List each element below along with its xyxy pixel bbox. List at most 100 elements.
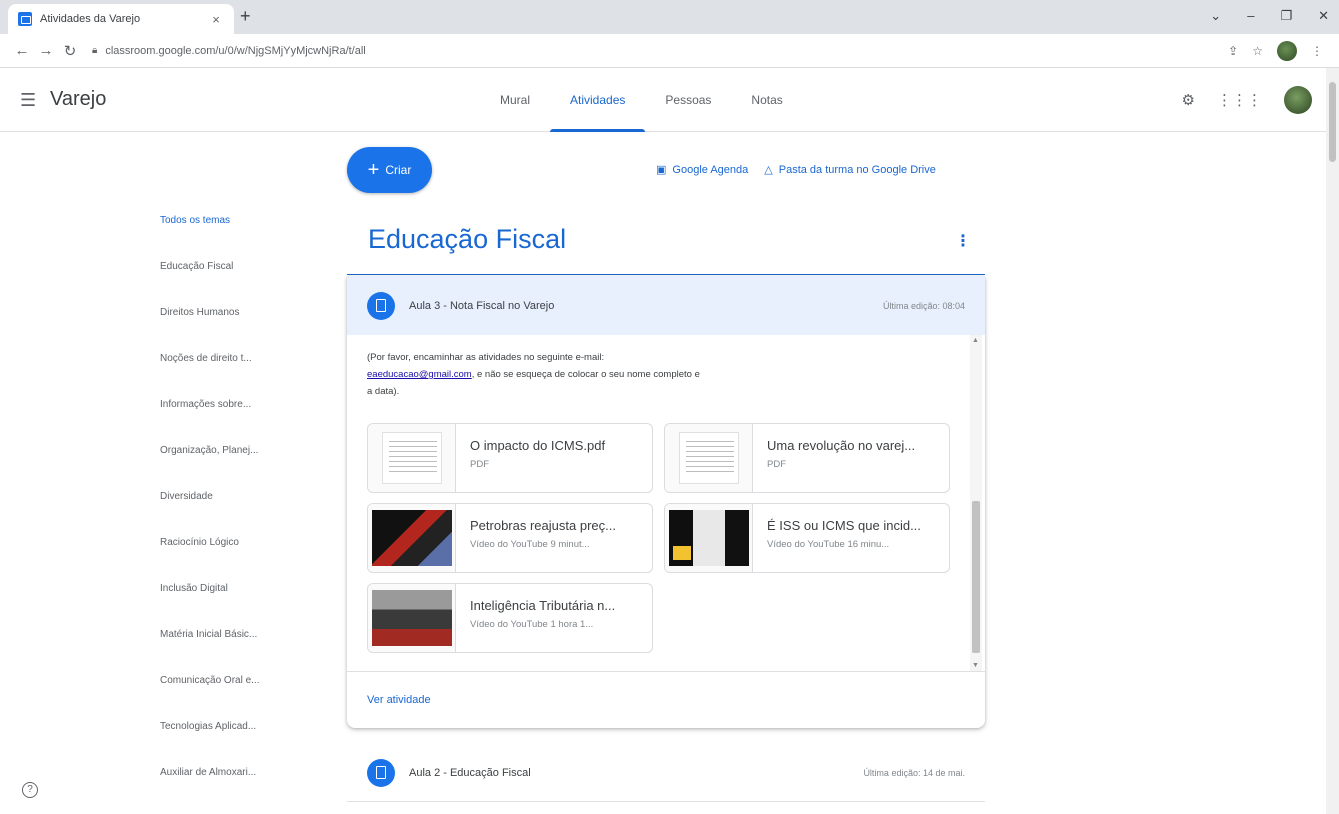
- topic-item[interactable]: Educação Fiscal: [160, 261, 310, 307]
- help-icon[interactable]: ?: [22, 782, 38, 798]
- attachment-type: Vídeo do YouTube 9 minut...: [470, 539, 590, 550]
- user-avatar[interactable]: [1284, 86, 1312, 114]
- window-controls: ⌄ – ❐ ✕: [1210, 8, 1329, 24]
- drive-icon: △: [764, 164, 773, 176]
- browser-tabstrip: Atividades da Varejo × + ⌄ – ❐ ✕: [0, 0, 1339, 34]
- drive-folder-link[interactable]: △ Pasta da turma no Google Drive: [764, 163, 936, 177]
- topic-item[interactable]: Raciocínio Lógico: [160, 537, 310, 583]
- topic-section-title: Educação Fiscal: [368, 224, 567, 254]
- calendar-icon: ▣: [656, 164, 667, 176]
- topic-item[interactable]: Organização, Planej...: [160, 445, 310, 491]
- attachment-type: Vídeo do YouTube 16 minu...: [767, 539, 890, 550]
- attachment-type: PDF: [470, 459, 489, 470]
- topic-item[interactable]: Todos os temas: [160, 215, 310, 261]
- classroom-favicon-icon: [18, 12, 32, 26]
- assignment-footer: Ver atividade: [347, 671, 985, 728]
- new-tab-button[interactable]: +: [240, 6, 251, 27]
- assignment-card: Aula 3 - Nota Fiscal no Varejo Última ed…: [347, 276, 985, 728]
- class-links: ▣ Google Agenda △ Pasta da turma no Goog…: [656, 163, 936, 177]
- assignment-description: (Por favor, encaminhar as atividades no …: [367, 349, 707, 400]
- topic-item[interactable]: Tecnologias Aplicad...: [160, 721, 310, 767]
- page-scrollbar[interactable]: [1326, 68, 1339, 814]
- attachment-type: PDF: [767, 459, 786, 470]
- description-text-before: (Por favor, encaminhar as atividades no …: [367, 352, 605, 363]
- assignment-header[interactable]: Aula 3 - Nota Fiscal no Varejo Última ed…: [347, 276, 985, 335]
- attachment-card[interactable]: É ISS ou ICMS que incid... Vídeo do YouT…: [664, 503, 950, 573]
- settings-gear-icon[interactable]: ⚙: [1182, 91, 1195, 109]
- attachment-card[interactable]: Petrobras reajusta preç... Vídeo do YouT…: [367, 503, 653, 573]
- tab-atividades[interactable]: Atividades: [550, 68, 646, 132]
- plus-icon: +: [367, 159, 380, 181]
- google-calendar-link[interactable]: ▣ Google Agenda: [656, 163, 748, 177]
- assignment-title: Aula 3 - Nota Fiscal no Varejo: [409, 299, 555, 312]
- video-thumbnail: [665, 504, 753, 572]
- video-thumbnail: [368, 504, 456, 572]
- pdf-thumbnail: [368, 424, 456, 492]
- pdf-thumbnail: [665, 424, 753, 492]
- attachment-card[interactable]: Inteligência Tributária n... Vídeo do Yo…: [367, 583, 653, 653]
- scroll-down-arrow-icon[interactable]: ▼: [972, 662, 979, 669]
- assignment-icon: [367, 291, 395, 320]
- topic-item[interactable]: Informações sobre...: [160, 399, 310, 445]
- tab-mural[interactable]: Mural: [480, 68, 550, 132]
- section-more-icon[interactable]: ⋮: [955, 231, 971, 251]
- assignment-edited: Última edição: 14 de mai.: [863, 767, 965, 778]
- browser-toolbar: ← → ↻ 🔒︎ classroom.google.com/u/0/w/NjgS…: [0, 34, 1339, 68]
- hamburger-menu-icon[interactable]: ☰: [20, 90, 36, 111]
- view-assignment-link[interactable]: Ver atividade: [367, 694, 431, 706]
- attachment-title: O impacto do ICMS.pdf: [470, 438, 606, 453]
- minimize-button[interactable]: –: [1247, 8, 1254, 24]
- topic-item[interactable]: Inclusão Digital: [160, 583, 310, 629]
- tab-search-icon[interactable]: ⌄: [1210, 8, 1221, 24]
- back-arrow-icon[interactable]: ←: [10, 42, 34, 59]
- reload-icon[interactable]: ↻: [58, 42, 82, 60]
- address-bar[interactable]: 🔒︎ classroom.google.com/u/0/w/NjgSMjYyMj…: [92, 38, 1228, 64]
- forward-arrow-icon[interactable]: →: [34, 42, 58, 59]
- section-divider: [347, 274, 985, 275]
- attachments-scrollbar[interactable]: ▲ ▼: [970, 335, 982, 671]
- topic-item[interactable]: Direitos Humanos: [160, 307, 310, 353]
- create-button-label: Criar: [385, 163, 412, 177]
- class-tabs: Mural Atividades Pessoas Notas: [480, 68, 803, 132]
- apps-grid-icon[interactable]: ⋮⋮⋮: [1217, 91, 1262, 109]
- assignment-title: Aula 2 - Educação Fiscal: [409, 766, 531, 779]
- toolbar-actions: ⇪ ☆ ⋮: [1228, 40, 1323, 61]
- attachment-title: Inteligência Tributária n...: [470, 598, 616, 613]
- topics-list: Todos os temas Educação Fiscal Direitos …: [160, 215, 310, 813]
- browser-tab-title: Atividades da Varejo: [40, 13, 141, 25]
- attachment-title: Petrobras reajusta preç...: [470, 518, 616, 533]
- attachment-title: Uma revolução no varej...: [767, 438, 916, 453]
- attachment-card[interactable]: Uma revolução no varej... PDF: [664, 423, 950, 493]
- attachment-card[interactable]: O impacto do ICMS.pdf PDF: [367, 423, 653, 493]
- video-thumbnail: [368, 584, 456, 652]
- class-name[interactable]: Varejo: [50, 88, 106, 111]
- profile-avatar[interactable]: [1277, 40, 1297, 61]
- classroom-header: ☰ Varejo Mural Atividades Pessoas Notas …: [0, 68, 1326, 132]
- assignment-icon: [367, 758, 395, 787]
- email-link[interactable]: eaeducacao@gmail.com: [367, 369, 472, 380]
- share-icon[interactable]: ⇪: [1228, 44, 1238, 58]
- attachment-title: É ISS ou ICMS que incid...: [767, 518, 921, 533]
- tab-close-icon[interactable]: ×: [208, 12, 224, 27]
- topic-item[interactable]: Diversidade: [160, 491, 310, 537]
- lock-icon: 🔒︎: [92, 45, 98, 56]
- attachment-type: Vídeo do YouTube 1 hora 1...: [470, 619, 594, 630]
- topic-item[interactable]: Auxiliar de Almoxari...: [160, 767, 310, 813]
- scroll-up-arrow-icon[interactable]: ▲: [972, 337, 979, 344]
- topic-item[interactable]: Matéria Inicial Básic...: [160, 629, 310, 675]
- create-button[interactable]: + Criar: [347, 147, 432, 193]
- page-scrollbar-thumb[interactable]: [1329, 82, 1336, 162]
- browser-tab[interactable]: Atividades da Varejo ×: [8, 4, 234, 34]
- attachments-scrollbar-thumb[interactable]: [972, 501, 980, 653]
- url-text: classroom.google.com/u/0/w/NjgSMjYyMjcwN…: [105, 44, 366, 57]
- bookmark-star-icon[interactable]: ☆: [1252, 44, 1263, 58]
- browser-menu-icon[interactable]: ⋮: [1311, 44, 1323, 58]
- close-window-button[interactable]: ✕: [1318, 8, 1329, 24]
- assignment-row[interactable]: Aula 2 - Educação Fiscal Última edição: …: [347, 744, 985, 802]
- maximize-button[interactable]: ❐: [1280, 8, 1292, 24]
- topic-item[interactable]: Noções de direito t...: [160, 353, 310, 399]
- topic-item[interactable]: Comunicação Oral e...: [160, 675, 310, 721]
- tab-notas[interactable]: Notas: [731, 68, 802, 132]
- tab-pessoas[interactable]: Pessoas: [645, 68, 731, 132]
- assignment-edited: Última edição: 08:04: [882, 300, 965, 311]
